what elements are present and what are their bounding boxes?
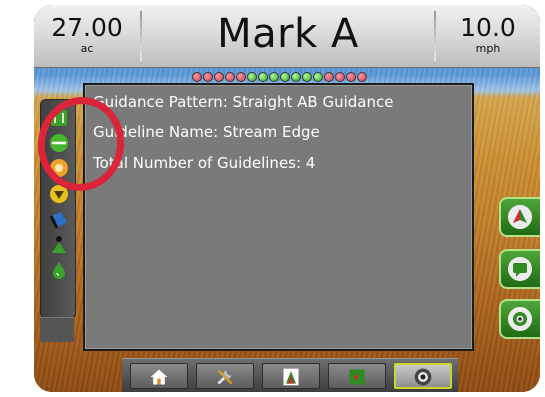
lightbar-dot-red [203,72,213,82]
lightbar-dot-red [324,72,334,82]
guidance-view-button[interactable] [262,363,320,389]
lightbar-dot-red [192,72,202,82]
area-readout[interactable]: 27.00 ac [34,5,140,67]
guidance-info-panel: Guidance Pattern: Straight AB Guidance G… [83,83,474,351]
lightbar-dot-green [291,72,301,82]
bottom-toolbar [122,358,458,392]
lightbar-dot-red [335,72,345,82]
area-unit: ac [80,42,94,55]
tools-icon [217,369,233,385]
display-screen: 27.00 ac Mark A 10.0 mph Guidance Patter… [34,5,540,392]
guidance-view-icon [283,368,299,386]
fuel-icon[interactable] [49,260,69,280]
camera-button[interactable] [394,363,452,389]
tools-button[interactable] [196,363,254,389]
boundary-icon[interactable] [49,235,69,255]
lightbar-dot-red [346,72,356,82]
camera-view-button[interactable] [499,299,540,339]
guidance-lightbar [192,72,367,82]
speed-unit: mph [475,42,501,55]
lightbar-dot-green [247,72,257,82]
work-mode-title[interactable]: Mark A [142,5,434,67]
page-title: Mark A [217,11,359,57]
total-guidelines-text: Total Number of Guidelines: 4 [93,154,316,172]
home-button[interactable] [130,363,188,389]
home-icon [150,369,168,385]
camera-toggle-icon[interactable] [49,210,69,230]
lightbar-dot-red [214,72,224,82]
lightbar-dot-green [302,72,312,82]
area-value: 27.00 [51,13,123,42]
speed-value: 10.0 [460,13,516,42]
field-view-icon [508,257,532,281]
lightbar-dot-red [357,72,367,82]
vehicle-view-button[interactable] [499,197,540,237]
map-view-button[interactable] [328,363,386,389]
map-view-icon [349,369,365,385]
lightbar-dot-green [258,72,268,82]
lightbar-dot-green [269,72,279,82]
field-view-button[interactable] [499,249,540,289]
status-bar: 27.00 ac Mark A 10.0 mph [34,5,540,68]
lightbar-dot-green [313,72,323,82]
camera-view-icon [508,307,532,331]
left-toolbar-handle[interactable] [40,317,74,342]
lightbar-dot-green [280,72,290,82]
lightbar-dot-red [236,72,246,82]
vehicle-view-icon [508,205,532,229]
lightbar-dot-red [225,72,235,82]
camera-icon [414,368,432,386]
guideline-name-text: Guideline Name: Stream Edge [93,123,320,141]
guidance-pattern-text: Guidance Pattern: Straight AB Guidance [93,93,394,111]
speed-readout[interactable]: 10.0 mph [436,5,540,67]
